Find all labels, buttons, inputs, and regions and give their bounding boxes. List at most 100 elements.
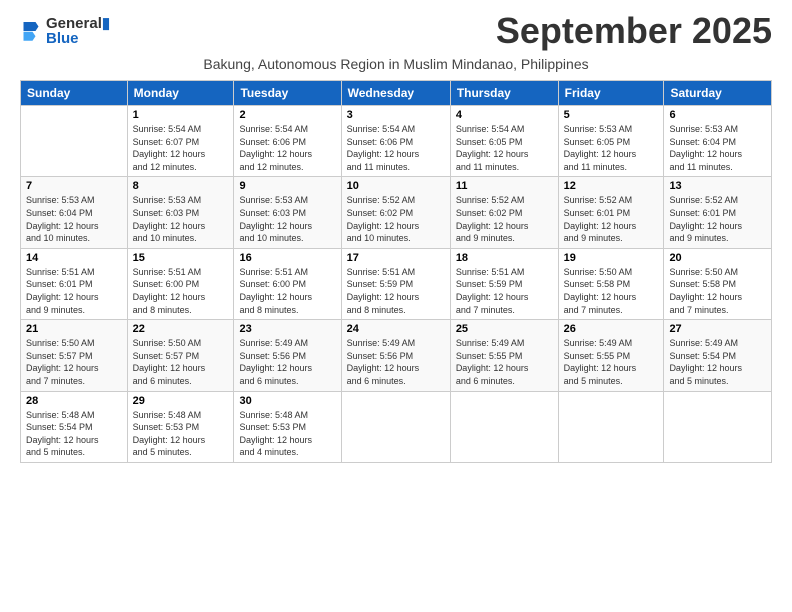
day-info: Sunrise: 5:50 AM Sunset: 5:57 PM Dayligh… [26, 337, 122, 387]
day-info: Sunrise: 5:48 AM Sunset: 5:53 PM Dayligh… [239, 409, 335, 459]
day-number: 19 [564, 252, 659, 264]
day-info: Sunrise: 5:51 AM Sunset: 5:59 PM Dayligh… [456, 266, 553, 316]
day-number: 11 [456, 180, 553, 192]
day-number: 17 [347, 252, 445, 264]
day-info: Sunrise: 5:54 AM Sunset: 6:07 PM Dayligh… [133, 123, 229, 173]
day-number: 18 [456, 252, 553, 264]
calendar-day-cell: 17 Sunrise: 5:51 AM Sunset: 5:59 PM Dayli… [341, 248, 450, 319]
day-info: Sunrise: 5:53 AM Sunset: 6:03 PM Dayligh… [239, 194, 335, 244]
calendar-day-cell: 14 Sunrise: 5:51 AM Sunset: 6:01 PM Dayli… [21, 248, 128, 319]
month-title: September 2025 [496, 10, 772, 52]
calendar-day-cell: 10 Sunrise: 5:52 AM Sunset: 6:02 PM Dayli… [341, 177, 450, 248]
calendar-day-cell: 21 Sunrise: 5:50 AM Sunset: 5:57 PM Dayli… [21, 320, 128, 391]
calendar-day-cell: 11 Sunrise: 5:52 AM Sunset: 6:02 PM Dayli… [450, 177, 558, 248]
calendar-day-cell: 3 Sunrise: 5:54 AM Sunset: 6:06 PM Daylig… [341, 106, 450, 177]
day-number: 21 [26, 323, 122, 335]
day-number: 23 [239, 323, 335, 335]
calendar-day-cell: 22Sunrise: 5:50 AM Sunset: 5:57 PM Dayli… [127, 320, 234, 391]
calendar-day-cell: 30 Sunrise: 5:48 AM Sunset: 5:53 PM Dayli… [234, 391, 341, 462]
calendar-week-row: 21 Sunrise: 5:50 AM Sunset: 5:57 PM Dayli… [21, 320, 772, 391]
calendar-day-cell: 29 Sunrise: 5:48 AM Sunset: 5:53 PM Dayli… [127, 391, 234, 462]
weekday-header: Saturday [664, 81, 772, 106]
day-info: Sunrise: 5:48 AM Sunset: 5:53 PM Dayligh… [133, 409, 229, 459]
calendar-day-cell: 28 Sunrise: 5:48 AM Sunset: 5:54 PM Dayli… [21, 391, 128, 462]
day-info: Sunrise: 5:52 AM Sunset: 6:02 PM Dayligh… [347, 194, 445, 244]
day-number: 3 [347, 109, 445, 121]
day-info: Sunrise: 5:50 AM Sunset: 5:58 PM Dayligh… [564, 266, 659, 316]
day-info: Sunrise: 5:53 AM Sunset: 6:04 PM Dayligh… [26, 194, 122, 244]
day-number: 13 [669, 180, 766, 192]
day-number: 12 [564, 180, 659, 192]
calendar-day-cell: 15 Sunrise: 5:51 AM Sunset: 6:00 PM Dayli… [127, 248, 234, 319]
day-info: Sunrise: 5:53 AM Sunset: 6:03 PM Dayligh… [133, 194, 229, 244]
calendar-body: 1Sunrise: 5:54 AM Sunset: 6:07 PM Daylig… [21, 106, 772, 463]
calendar-day-cell: 25 Sunrise: 5:49 AM Sunset: 5:55 PM Dayli… [450, 320, 558, 391]
calendar-day-cell: 8 Sunrise: 5:53 AM Sunset: 6:03 PM Daylig… [127, 177, 234, 248]
day-number: 20 [669, 252, 766, 264]
day-number: 16 [239, 252, 335, 264]
calendar-day-cell: 20 Sunrise: 5:50 AM Sunset: 5:58 PM Dayli… [664, 248, 772, 319]
day-number: 7 [26, 180, 122, 192]
header-row: General▮ Blue September 2025 [20, 10, 772, 52]
day-number: 26 [564, 323, 659, 335]
weekday-header: Monday [127, 81, 234, 106]
day-number: 8 [133, 180, 229, 192]
day-number: 25 [456, 323, 553, 335]
day-info: Sunrise: 5:54 AM Sunset: 6:06 PM Dayligh… [239, 123, 335, 173]
calendar-day-cell [450, 391, 558, 462]
calendar-header: SundayMondayTuesdayWednesdayThursdayFrid… [21, 81, 772, 106]
calendar-day-cell: 7 Sunrise: 5:53 AM Sunset: 6:04 PM Daylig… [21, 177, 128, 248]
day-number: 15 [133, 252, 229, 264]
day-info: Sunrise: 5:49 AM Sunset: 5:56 PM Dayligh… [239, 337, 335, 387]
calendar-day-cell [664, 391, 772, 462]
calendar-week-row: 14 Sunrise: 5:51 AM Sunset: 6:01 PM Dayli… [21, 248, 772, 319]
calendar-week-row: 1Sunrise: 5:54 AM Sunset: 6:07 PM Daylig… [21, 106, 772, 177]
calendar-day-cell [558, 391, 664, 462]
page: General▮ Blue September 2025 Bakung, Aut… [0, 0, 792, 473]
logo-text: General▮ Blue [46, 14, 110, 47]
calendar-week-row: 7 Sunrise: 5:53 AM Sunset: 6:04 PM Daylig… [21, 177, 772, 248]
day-info: Sunrise: 5:49 AM Sunset: 5:55 PM Dayligh… [564, 337, 659, 387]
weekday-header: Sunday [21, 81, 128, 106]
day-number: 28 [26, 395, 122, 407]
day-info: Sunrise: 5:52 AM Sunset: 6:02 PM Dayligh… [456, 194, 553, 244]
logo-icon [22, 20, 40, 42]
weekday-header: Wednesday [341, 81, 450, 106]
weekday-header: Thursday [450, 81, 558, 106]
day-number: 4 [456, 109, 553, 121]
calendar-day-cell: 4Sunrise: 5:54 AM Sunset: 6:05 PM Daylig… [450, 106, 558, 177]
day-info: Sunrise: 5:52 AM Sunset: 6:01 PM Dayligh… [564, 194, 659, 244]
day-info: Sunrise: 5:49 AM Sunset: 5:55 PM Dayligh… [456, 337, 553, 387]
calendar-day-cell: 26 Sunrise: 5:49 AM Sunset: 5:55 PM Dayli… [558, 320, 664, 391]
calendar-day-cell: 23 Sunrise: 5:49 AM Sunset: 5:56 PM Dayli… [234, 320, 341, 391]
subtitle: Bakung, Autonomous Region in Muslim Mind… [20, 56, 772, 72]
calendar-day-cell: 27Sunrise: 5:49 AM Sunset: 5:54 PM Dayli… [664, 320, 772, 391]
weekday-header: Tuesday [234, 81, 341, 106]
calendar-day-cell: 13 Sunrise: 5:52 AM Sunset: 6:01 PM Dayli… [664, 177, 772, 248]
day-number: 14 [26, 252, 122, 264]
calendar-day-cell: 2 Sunrise: 5:54 AM Sunset: 6:06 PM Daylig… [234, 106, 341, 177]
day-number: 2 [239, 109, 335, 121]
day-info: Sunrise: 5:51 AM Sunset: 6:01 PM Dayligh… [26, 266, 122, 316]
day-number: 29 [133, 395, 229, 407]
calendar-day-cell: 9Sunrise: 5:53 AM Sunset: 6:03 PM Daylig… [234, 177, 341, 248]
day-info: Sunrise: 5:51 AM Sunset: 6:00 PM Dayligh… [239, 266, 335, 316]
calendar-day-cell: 12 Sunrise: 5:52 AM Sunset: 6:01 PM Dayli… [558, 177, 664, 248]
day-number: 30 [239, 395, 335, 407]
calendar-day-cell [341, 391, 450, 462]
day-info: Sunrise: 5:53 AM Sunset: 6:04 PM Dayligh… [669, 123, 766, 173]
calendar-day-cell: 5Sunrise: 5:53 AM Sunset: 6:05 PM Daylig… [558, 106, 664, 177]
day-number: 10 [347, 180, 445, 192]
day-info: Sunrise: 5:50 AM Sunset: 5:57 PM Dayligh… [133, 337, 229, 387]
day-info: Sunrise: 5:54 AM Sunset: 6:06 PM Dayligh… [347, 123, 445, 173]
day-info: Sunrise: 5:52 AM Sunset: 6:01 PM Dayligh… [669, 194, 766, 244]
calendar-table: SundayMondayTuesdayWednesdayThursdayFrid… [20, 80, 772, 463]
day-number: 6 [669, 109, 766, 121]
day-info: Sunrise: 5:51 AM Sunset: 5:59 PM Dayligh… [347, 266, 445, 316]
logo: General▮ Blue [20, 14, 110, 47]
calendar-day-cell [21, 106, 128, 177]
day-info: Sunrise: 5:50 AM Sunset: 5:58 PM Dayligh… [669, 266, 766, 316]
day-info: Sunrise: 5:51 AM Sunset: 6:00 PM Dayligh… [133, 266, 229, 316]
day-info: Sunrise: 5:48 AM Sunset: 5:54 PM Dayligh… [26, 409, 122, 459]
calendar-week-row: 28 Sunrise: 5:48 AM Sunset: 5:54 PM Dayli… [21, 391, 772, 462]
